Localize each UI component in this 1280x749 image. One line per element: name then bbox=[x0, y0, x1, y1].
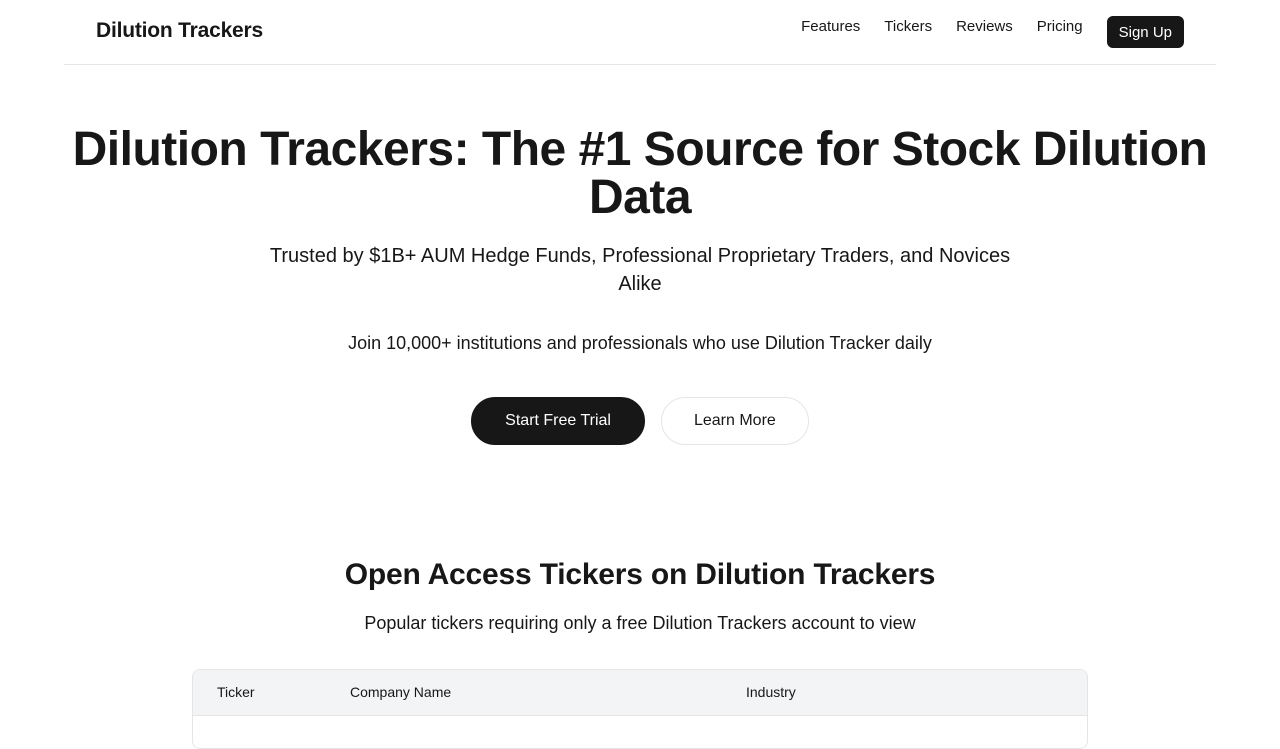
column-header-ticker[interactable]: Ticker bbox=[217, 684, 255, 700]
tickers-section-title: Open Access Tickers on Dilution Trackers bbox=[344, 558, 936, 591]
learn-more-button[interactable]: Learn More bbox=[660, 397, 809, 445]
tickers-table: Ticker Company Name Industry bbox=[192, 669, 1088, 749]
nav-link-pricing[interactable]: Pricing bbox=[1037, 18, 1083, 35]
hero-join-text: Join 10,000+ institutions and profession… bbox=[348, 333, 932, 353]
nav-link-tickers[interactable]: Tickers bbox=[884, 18, 932, 35]
nav-link-reviews[interactable]: Reviews bbox=[956, 18, 1013, 35]
brand-logo-text[interactable]: Dilution Trackers bbox=[96, 19, 263, 43]
column-header-company-name[interactable]: Company Name bbox=[350, 684, 451, 700]
sign-up-button[interactable]: Sign Up bbox=[1106, 16, 1184, 48]
table-header-row: Ticker Company Name Industry bbox=[193, 670, 1087, 716]
column-header-industry[interactable]: Industry bbox=[746, 684, 796, 700]
top-navbar: Dilution Trackers Features Tickers Revie… bbox=[64, 0, 1216, 65]
nav-link-features[interactable]: Features bbox=[801, 18, 860, 35]
tickers-section-subtitle: Popular tickers requiring only a free Di… bbox=[364, 613, 916, 633]
nav-links: Features Tickers Reviews Pricing Sign Up bbox=[801, 16, 1184, 48]
hero-subtitle: Trusted by $1B+ AUM Hedge Funds, Profess… bbox=[269, 245, 1011, 295]
hero-cta-row: Start Free Trial Learn More bbox=[0, 397, 1280, 445]
start-free-trial-button[interactable]: Start Free Trial bbox=[471, 397, 645, 445]
hero-title: Dilution Trackers: The #1 Source for Sto… bbox=[72, 123, 1208, 224]
